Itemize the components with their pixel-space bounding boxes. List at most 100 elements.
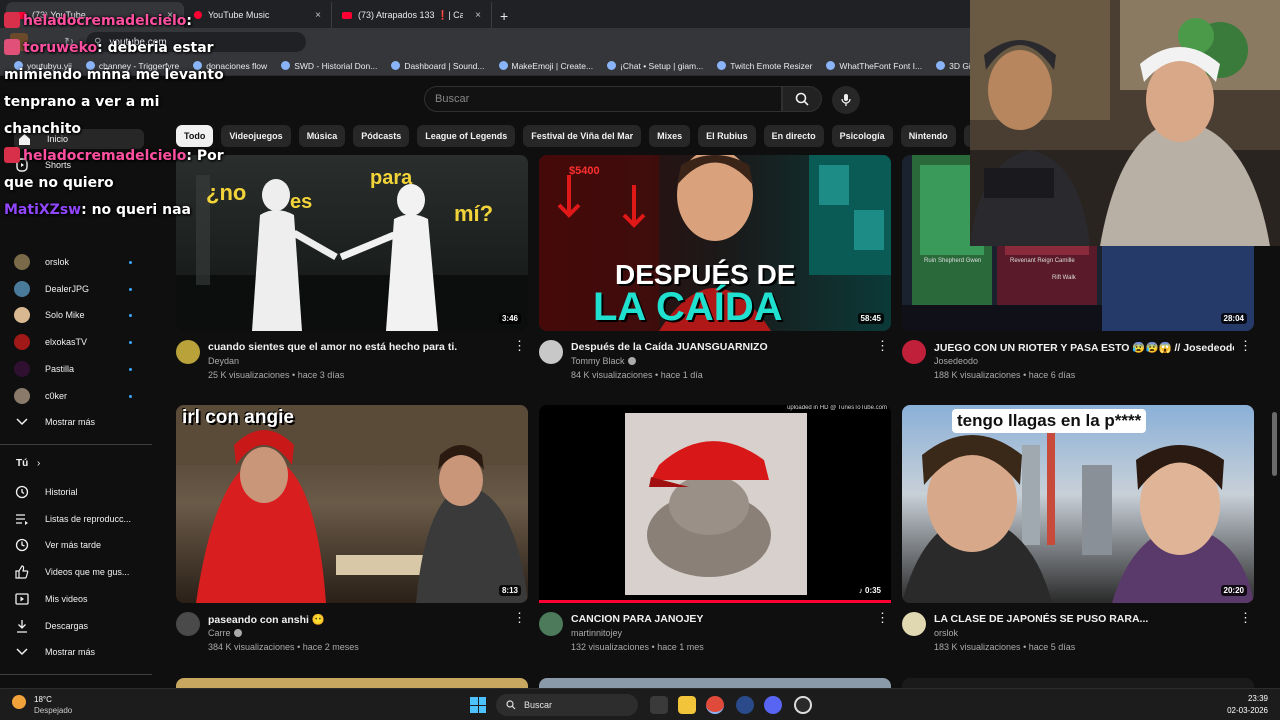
bookmark-item[interactable]: ¡Chat • Setup | giam... [607, 61, 703, 71]
subscription-item[interactable]: Pastilla [14, 359, 144, 379]
sidebar-item[interactable]: Ver más tarde [14, 535, 144, 555]
bookmark-item[interactable]: SWD - Historial Don... [281, 61, 377, 71]
sidebar-divider [0, 444, 152, 445]
stream-chat-overlay: heladocremadelcielo: toruweko: deberia e… [4, 8, 236, 224]
video-title[interactable]: CANCION PARA JANOJEY [571, 613, 871, 625]
more-options-icon[interactable]: ⋮ [513, 339, 526, 352]
sidebar-item[interactable]: Mis videos [14, 589, 144, 609]
show-more-you[interactable]: Mostrar más [14, 642, 144, 662]
channel-avatar[interactable] [176, 612, 200, 636]
channel-name[interactable]: Tommy Black [571, 356, 636, 366]
channel-name-text: Tommy Black [571, 356, 625, 366]
more-options-icon[interactable]: ⋮ [876, 339, 889, 352]
chat-separator: : [81, 202, 92, 218]
clock-icon [14, 537, 30, 553]
channel-avatar[interactable] [539, 340, 563, 364]
upload-age: hace 2 meses [302, 642, 359, 652]
filter-chip[interactable]: El Rubius [698, 125, 756, 147]
channel-name[interactable]: martinnitojey [571, 628, 622, 638]
more-options-icon[interactable]: ⋮ [876, 611, 889, 624]
bookmark-label: ¡Chat • Setup | giam... [620, 60, 704, 71]
subscription-label: Pastilla [45, 363, 75, 374]
upload-age: hace 5 días [1028, 642, 1076, 652]
task-view-icon[interactable] [650, 696, 668, 714]
chat-separator: : [186, 148, 197, 164]
sidebar-item[interactable]: Historial [14, 482, 144, 502]
bookmark-item[interactable]: Twitch Emote Resizer [717, 61, 812, 71]
more-options-icon[interactable]: ⋮ [1239, 611, 1252, 624]
chat-username: heladocremadelcielo [23, 13, 187, 29]
channel-name[interactable]: Deydan [208, 356, 239, 366]
app-icon[interactable] [736, 696, 754, 714]
filter-chip[interactable]: Festival de Viña del Mar [523, 125, 642, 147]
close-tab-icon[interactable]: × [475, 10, 481, 21]
video-thumbnail[interactable]: uploaded in HD @ TunesToTube.com ♪ 0:35 [539, 405, 891, 603]
weather-icon[interactable] [12, 695, 26, 709]
bookmark-item[interactable]: WhatTheFont Font I... [826, 61, 922, 71]
discord-icon[interactable] [764, 696, 782, 714]
clock-time[interactable]: 23:39 [1248, 694, 1268, 703]
video-thumbnail[interactable] [902, 678, 1254, 688]
sidebar-item[interactable]: Listas de reproducc... [14, 509, 144, 529]
cat-with-cap-image [625, 413, 807, 595]
windows-start-icon[interactable] [470, 697, 486, 713]
voice-search-button[interactable] [832, 86, 860, 114]
file-explorer-icon[interactable] [678, 696, 696, 714]
filter-chip[interactable]: Psicología [831, 125, 893, 147]
video-title[interactable]: LA CLASE DE JAPONÉS SE PUSO RARA... [934, 613, 1234, 625]
obs-icon[interactable] [794, 696, 812, 714]
channel-name[interactable]: Carre [208, 628, 242, 638]
search-input[interactable]: Buscar [424, 86, 782, 112]
subscription-item[interactable]: Solo Mike [14, 305, 144, 325]
sidebar-item[interactable]: Descargas [14, 616, 144, 636]
channel-avatar[interactable] [902, 612, 926, 636]
bookmark-item[interactable]: MakeEmoji | Create... [498, 61, 593, 71]
channel-avatar [14, 334, 30, 351]
video-thumbnail[interactable] [176, 678, 528, 688]
taskbar-search[interactable]: Buscar [496, 694, 638, 716]
channel-name[interactable]: orslok [934, 628, 958, 638]
subscription-item[interactable]: DealerJPG [14, 279, 144, 299]
channel-name[interactable]: Josedeodo [934, 356, 978, 366]
video-title[interactable]: Después de la Caída JUANSGUARNIZO [571, 341, 871, 353]
history-icon [14, 484, 30, 500]
filter-chip[interactable]: League of Legends [417, 125, 516, 147]
bookmark-item[interactable]: Dashboard | Sound... [391, 61, 485, 71]
video-thumbnail[interactable]: irl con angie 8:13 [176, 405, 528, 603]
chat-separator: : [97, 40, 108, 56]
scrollbar-thumb[interactable] [1272, 412, 1277, 476]
video-thumbnail[interactable]: tengo llagas en la p**** 20:20 [902, 405, 1254, 603]
video-title[interactable]: JUEGO CON UN RIOTER Y PASA ESTO 😰😰😱 // J… [934, 341, 1234, 354]
video-title[interactable]: cuando sientes que el amor no está hecho… [208, 341, 508, 353]
channel-avatar[interactable] [539, 612, 563, 636]
subscription-item[interactable]: c0ker [14, 386, 144, 406]
filter-chip[interactable]: Pódcasts [353, 125, 410, 147]
new-tab-button[interactable]: + [492, 8, 516, 28]
filter-chip[interactable]: Música [298, 125, 346, 147]
channel-avatar[interactable] [176, 340, 200, 364]
filter-chip[interactable]: Mixes [649, 125, 691, 147]
close-tab-icon[interactable]: × [315, 10, 321, 21]
video-thumbnail[interactable] [539, 678, 891, 688]
sidebar-item[interactable]: Videos que me gus... [14, 562, 144, 582]
more-options-icon[interactable]: ⋮ [1239, 339, 1252, 352]
you-section-title[interactable]: Tú › [16, 458, 40, 469]
upload-age: hace 1 mes [657, 642, 704, 652]
video-metadata: paseando con anshi 😶 Carre 384 K visuali… [176, 611, 528, 662]
search-button[interactable] [782, 86, 822, 112]
video-title[interactable]: paseando con anshi 😶 [208, 613, 508, 626]
chrome-icon[interactable] [706, 696, 724, 714]
show-more-subscriptions[interactable]: Mostrar más [14, 412, 144, 432]
channel-avatar[interactable] [902, 340, 926, 364]
more-options-icon[interactable]: ⋮ [513, 611, 526, 624]
chat-message: heladocremadelcielo: Por que no quiero [4, 143, 236, 197]
filter-chip[interactable]: Nintendo [900, 125, 956, 147]
clock-date[interactable]: 02-03-2026 [1227, 706, 1268, 715]
browser-tab[interactable]: (73) Atrapados 133 ❗| Cap × [332, 2, 492, 28]
video-duration: ♪ 0:35 [855, 585, 884, 596]
filter-chip[interactable]: En directo [763, 125, 824, 147]
video-thumbnail[interactable]: $5400 DESPUÉS DE LA CAÍDA 58:45 [539, 155, 891, 331]
weather-temp[interactable]: 18°C [34, 695, 52, 704]
subscription-item[interactable]: elxokasTV [14, 332, 144, 352]
subscription-item[interactable]: orslok [14, 252, 144, 272]
